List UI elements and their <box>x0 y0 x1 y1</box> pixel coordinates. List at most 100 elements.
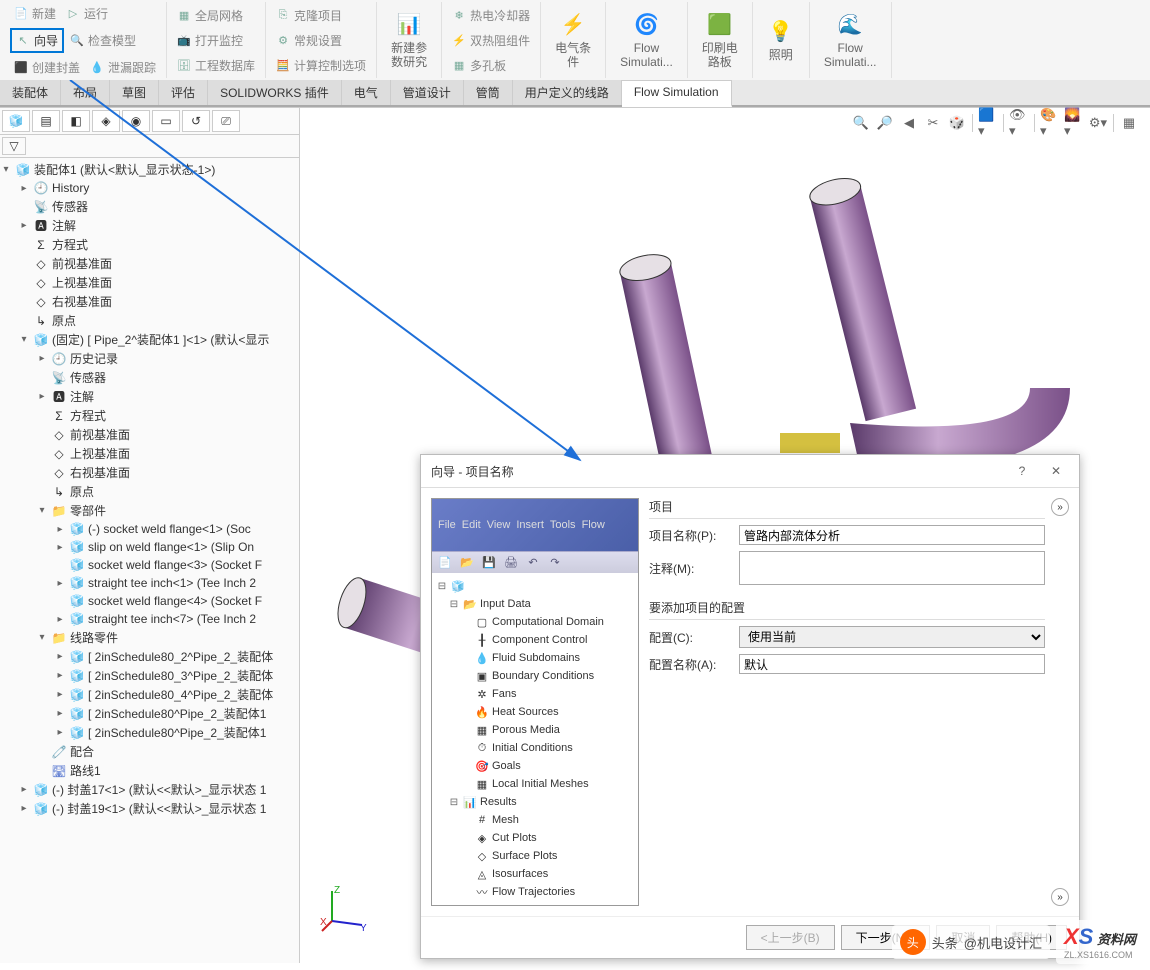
feature-manager-panel: 🧊 ▤ ◧ ◈ ◉ ▭ ↺ ⎚ ▽ ▾🧊装配体1 (默认<默认_显示状态-1>)… <box>0 108 300 963</box>
tab-layout[interactable]: 布局 <box>61 80 110 105</box>
tab-evaluate[interactable]: 评估 <box>159 80 208 105</box>
eng-db-button[interactable]: 🗄工程数据库 <box>173 55 259 76</box>
help-icon[interactable]: ? <box>1009 461 1035 481</box>
panel-tab-display[interactable]: ◉ <box>122 110 150 132</box>
flow-icon: 🌀 <box>632 11 660 39</box>
tab-assembly[interactable]: 装配体 <box>0 80 61 105</box>
menu-insert[interactable]: Insert <box>516 519 544 531</box>
heat-icon: 🔥 <box>474 704 490 720</box>
db-icon: 🗄 <box>177 58 191 72</box>
apply-scene-icon[interactable]: 🌄▾ <box>1063 112 1085 134</box>
sensor-icon: 📡 <box>51 370 67 386</box>
project-name-input[interactable] <box>739 525 1045 545</box>
triad-icon[interactable]: ▦ <box>1118 112 1140 134</box>
tree-root-icon: 🧊 <box>450 578 466 594</box>
panel-tab-rebuild[interactable]: ↺ <box>182 110 210 132</box>
tb-save-icon[interactable]: 💾 <box>480 555 498 571</box>
prev-view-icon[interactable]: ◀ <box>898 112 920 134</box>
check-icon: 🔍 <box>70 33 84 47</box>
thermo-cooler-button[interactable]: ❄热电冷却器 <box>448 5 534 26</box>
panel-tab-property[interactable]: ▤ <box>32 110 60 132</box>
iso-icon: ◬ <box>474 866 490 882</box>
tb-print-icon[interactable]: 🖨 <box>502 555 520 571</box>
hide-show-icon[interactable]: 👁▾ <box>1008 112 1030 134</box>
menu-file[interactable]: File <box>438 519 456 531</box>
panel-tab-config[interactable]: ◧ <box>62 110 90 132</box>
project-name-label: 项目名称(P): <box>649 527 739 544</box>
part-icon: 🧊 <box>69 725 85 741</box>
panel-tab-dimxpert[interactable]: ◈ <box>92 110 120 132</box>
check-model-button[interactable]: 🔍检查模型 <box>66 30 140 51</box>
tb-new-icon[interactable]: 📄 <box>436 555 454 571</box>
tab-piping[interactable]: 管道设计 <box>391 80 464 105</box>
panel-tab-hide[interactable]: ▭ <box>152 110 180 132</box>
view-triad[interactable]: Z Y X <box>320 883 370 933</box>
tab-user-route[interactable]: 用户定义的线路 <box>513 80 622 105</box>
panel-tab-more[interactable]: ⎚ <box>212 110 240 132</box>
tb-undo-icon[interactable]: ↶ <box>524 555 542 571</box>
folder-icon: 🕘 <box>51 351 67 367</box>
run-button[interactable]: ▷运行 <box>62 3 112 24</box>
wizard-nav-tree[interactable]: ⊟🧊 ⊟📂Input Data ▢Computational Domain ╂C… <box>432 573 638 905</box>
section-icon[interactable]: ✂ <box>922 112 944 134</box>
global-mesh-button[interactable]: ▦全局网格 <box>173 5 247 26</box>
view-orient-icon[interactable]: 🎲 <box>946 112 968 134</box>
heads-up-toolbar: 🔍 🔎 ◀ ✂ 🎲 🟦▾ 👁▾ 🎨▾ 🌄▾ ⚙▾ ▦ <box>850 112 1140 134</box>
pcb-button[interactable]: 🟩 印刷电 路板 <box>694 7 746 74</box>
filter-icon[interactable]: ▽ <box>2 137 26 155</box>
plane-icon: ◇ <box>51 446 67 462</box>
menu-view[interactable]: View <box>487 519 511 531</box>
config-select[interactable]: 使用当前 <box>739 626 1045 648</box>
tab-electrical[interactable]: 电气 <box>342 80 391 105</box>
flow-sim-button[interactable]: 🌀 Flow Simulati... <box>612 7 681 74</box>
view-settings-icon[interactable]: ⚙▾ <box>1087 112 1109 134</box>
lighting-button[interactable]: 💡 照明 <box>759 14 803 66</box>
comment-label: 注释(M): <box>649 560 739 577</box>
part-icon: 🧊 <box>69 706 85 722</box>
tab-addins[interactable]: SOLIDWORKS 插件 <box>208 80 342 105</box>
cutplot-icon: ◈ <box>474 830 490 846</box>
zoom-fit-icon[interactable]: 🔍 <box>850 112 872 134</box>
tb-open-icon[interactable]: 📂 <box>458 555 476 571</box>
sensor-icon: 📡 <box>33 199 49 215</box>
two-resistor-button[interactable]: ⚡双热阻组件 <box>448 30 534 51</box>
general-settings-button[interactable]: ⚙常规设置 <box>272 30 346 51</box>
calc-control-button[interactable]: 🧮计算控制选项 <box>272 55 370 76</box>
menu-edit[interactable]: Edit <box>462 519 481 531</box>
new-button[interactable]: 📄新建 <box>10 3 60 24</box>
flow-sim-dropdown[interactable]: 🌊 Flow Simulati... <box>816 7 885 74</box>
tab-flowsim[interactable]: Flow Simulation <box>622 80 732 107</box>
menu-tools[interactable]: Tools <box>550 519 576 531</box>
panel-tab-feature[interactable]: 🧊 <box>2 110 30 132</box>
annotation-icon: 🅰 <box>51 389 67 405</box>
create-lids-button[interactable]: ⬛创建封盖 <box>10 57 84 78</box>
clone-project-button[interactable]: ⎘克隆项目 <box>272 5 346 26</box>
goals-icon: 🎯 <box>474 758 490 774</box>
expand-bottom-button[interactable]: » <box>1051 888 1069 906</box>
tb-redo-icon[interactable]: ↷ <box>546 555 564 571</box>
leak-track-button[interactable]: 💧泄漏跟踪 <box>86 57 160 78</box>
expand-top-button[interactable]: » <box>1051 498 1069 516</box>
tab-tubing[interactable]: 管筒 <box>464 80 513 105</box>
calc-icon: 🧮 <box>276 58 290 72</box>
display-style-icon[interactable]: 🟦▾ <box>977 112 999 134</box>
close-icon[interactable]: ✕ <box>1043 461 1069 481</box>
ribbon: 📄新建 ▷运行 ↖向导 🔍检查模型 ⬛创建封盖 💧泄漏跟踪 ▦全局网格 📺打开监… <box>0 0 1150 108</box>
menu-flow[interactable]: Flow <box>582 519 605 531</box>
initial-icon: ⏱ <box>474 740 490 756</box>
feature-tree[interactable]: ▾🧊装配体1 (默认<默认_显示状态-1>) ▸🕘History 📡传感器 ▸🅰… <box>0 158 299 963</box>
wizard-button[interactable]: ↖向导 <box>10 28 64 53</box>
zoom-area-icon[interactable]: 🔎 <box>874 112 896 134</box>
comment-input[interactable] <box>739 551 1045 585</box>
plane-icon: ◇ <box>51 427 67 443</box>
equations-icon: Σ <box>51 408 67 424</box>
edit-appearance-icon[interactable]: 🎨▾ <box>1039 112 1061 134</box>
electrical-cond-button[interactable]: ⚡ 电气条 件 <box>547 7 599 74</box>
perf-plate-button[interactable]: ▦多孔板 <box>448 55 510 76</box>
dialog-titlebar[interactable]: 向导 - 项目名称 ? ✕ <box>421 455 1079 488</box>
config-name-input[interactable] <box>739 654 1045 674</box>
open-monitor-button[interactable]: 📺打开监控 <box>173 30 247 51</box>
prev-button: <上一步(B) <box>746 925 835 950</box>
tab-sketch[interactable]: 草图 <box>110 80 159 105</box>
new-param-study-button[interactable]: 📊 新建参 数研究 <box>383 7 435 74</box>
